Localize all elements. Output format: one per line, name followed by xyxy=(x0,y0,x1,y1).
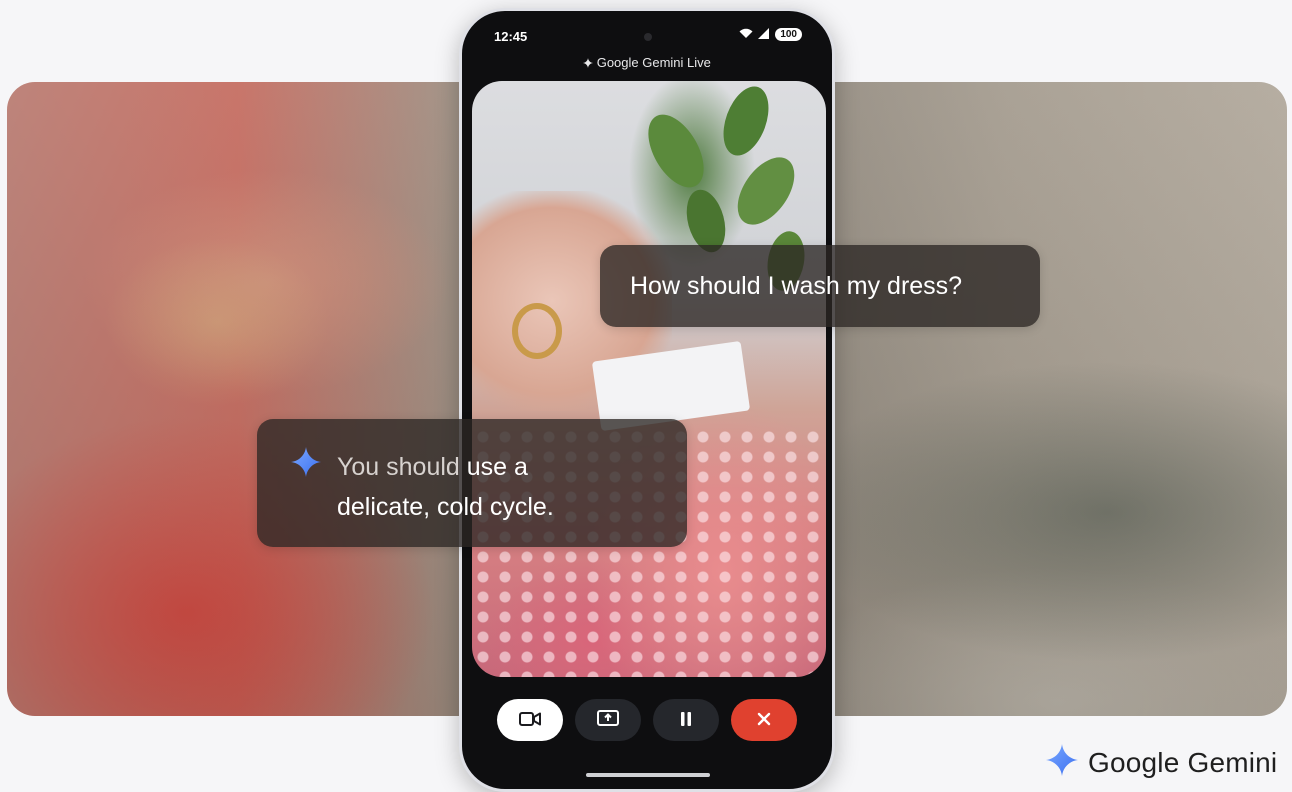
video-camera-icon xyxy=(519,711,541,730)
status-icons: 100 xyxy=(739,27,802,42)
screen-share-icon xyxy=(597,709,619,731)
gemini-logo-icon xyxy=(1046,744,1078,781)
gemini-spark-icon xyxy=(291,447,321,489)
app-title-text: Google Gemini Live xyxy=(596,55,711,70)
battery-icon: 100 xyxy=(775,28,802,41)
assistant-message-line-1: You should use a xyxy=(337,447,657,487)
app-title: Google Gemini Live xyxy=(462,55,832,70)
camera-preview xyxy=(472,81,826,677)
assistant-text-dim: You should xyxy=(337,453,467,481)
user-message-bubble: How should I wash my dress? xyxy=(600,245,1040,327)
status-time: 12:45 xyxy=(494,29,528,44)
assistant-message-line-2: delicate, cold cycle. xyxy=(337,493,554,521)
gemini-spark-small-icon xyxy=(583,55,597,70)
assistant-text-strong: use a xyxy=(466,453,528,481)
end-call-button[interactable] xyxy=(731,699,797,741)
call-controls xyxy=(462,699,832,755)
screen-share-button[interactable] xyxy=(575,699,641,741)
signal-icon xyxy=(758,27,770,42)
pause-button[interactable] xyxy=(653,699,719,741)
gold-ring xyxy=(512,303,562,359)
pause-icon xyxy=(679,711,693,730)
front-camera xyxy=(644,33,652,41)
camera-toggle-button[interactable] xyxy=(497,699,563,741)
user-message-text: How should I wash my dress? xyxy=(630,271,963,300)
status-bar: 12:45 100 xyxy=(462,11,832,55)
brand-logo: Google Gemini xyxy=(1046,744,1277,781)
home-indicator[interactable] xyxy=(586,773,710,777)
wifi-icon xyxy=(739,27,753,42)
phone-mockup: 12:45 100 Google Gemini Live xyxy=(459,8,835,792)
assistant-message-bubble: You should use a delicate, cold cycle. xyxy=(257,419,687,547)
brand-name: Google Gemini xyxy=(1088,746,1278,778)
close-icon xyxy=(756,711,772,730)
